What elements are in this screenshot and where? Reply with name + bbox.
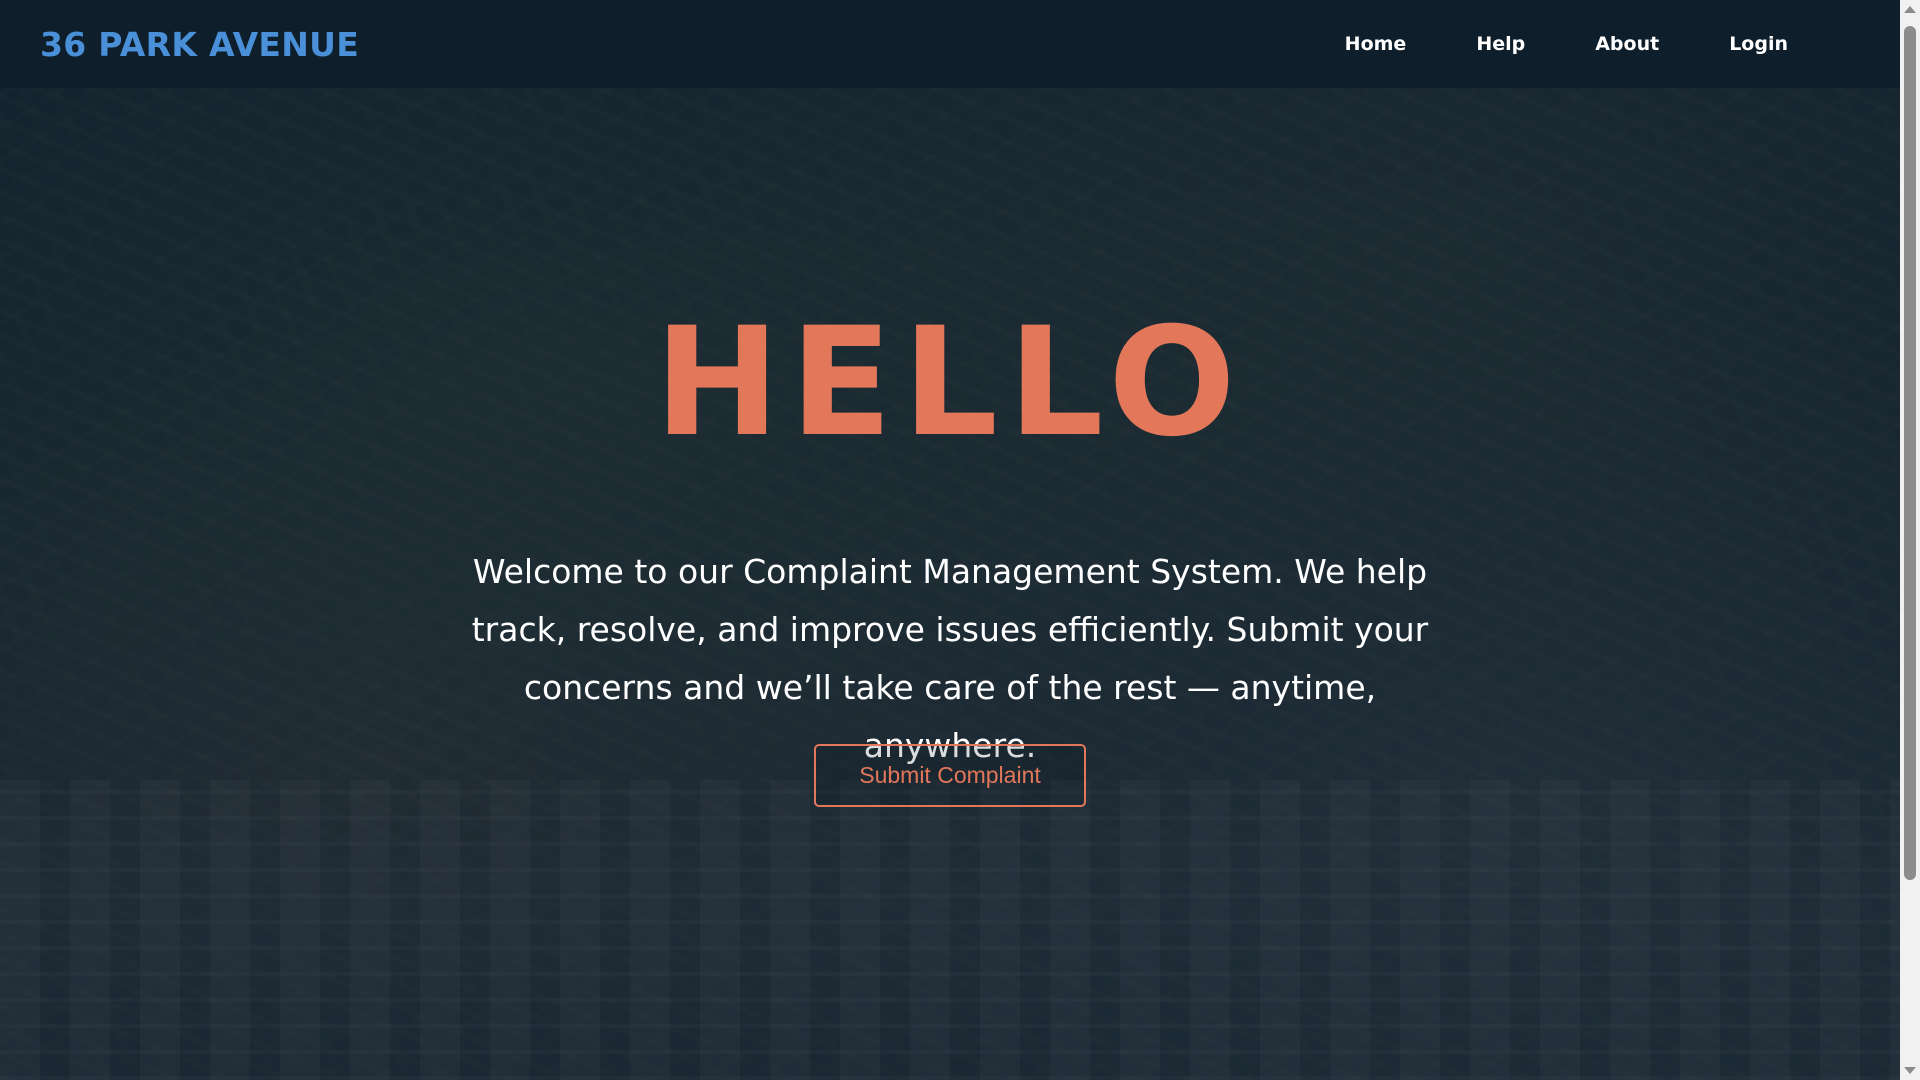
nav-link-help[interactable]: Help — [1476, 33, 1525, 55]
scroll-down-arrow-icon[interactable] — [1904, 1067, 1916, 1074]
hero-description: Welcome to our Complaint Management Syst… — [471, 552, 1429, 765]
brand-logo[interactable]: 36 PARK AVENUE — [40, 25, 359, 64]
nav-links: Home Help About Login — [1275, 33, 1788, 55]
nav-link-login[interactable]: Login — [1729, 33, 1788, 55]
navbar: 36 PARK AVENUE Home Help About Login — [0, 0, 1900, 88]
scroll-up-arrow-icon[interactable] — [1904, 6, 1916, 13]
nav-link-home[interactable]: Home — [1345, 33, 1407, 55]
nav-link-about[interactable]: About — [1595, 33, 1659, 55]
page: 36 PARK AVENUE Home Help About Login HEL… — [0, 0, 1900, 1080]
vertical-scrollbar[interactable] — [1900, 0, 1920, 1080]
hero-section: HELLO Welcome to our Complaint Managemen… — [0, 88, 1900, 1080]
scrollbar-thumb[interactable] — [1904, 26, 1916, 880]
submit-complaint-button[interactable]: Submit Complaint — [814, 744, 1086, 807]
hero-title: HELLO — [654, 296, 1246, 470]
